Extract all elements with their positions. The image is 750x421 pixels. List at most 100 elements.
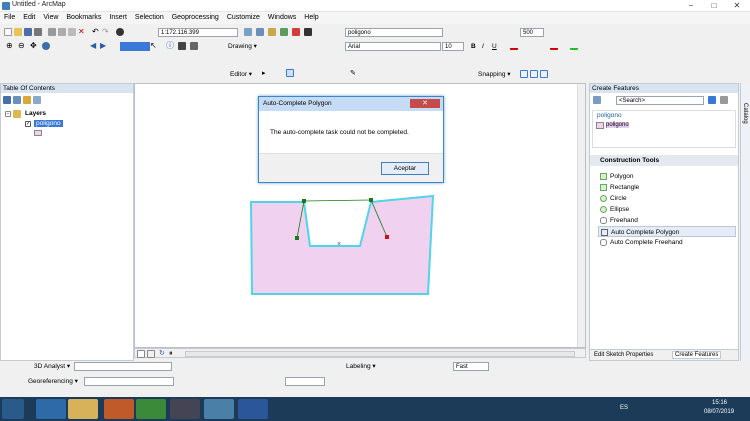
add-data-icon[interactable]	[116, 28, 124, 36]
end-snap-icon[interactable]	[530, 70, 538, 78]
map-vertical-scrollbar[interactable]	[577, 84, 585, 347]
font-select[interactable]: Arial	[345, 42, 441, 51]
start-button[interactable]	[2, 399, 24, 419]
layer-symbol[interactable]	[34, 130, 42, 136]
copy-icon[interactable]	[58, 28, 66, 36]
layer-name[interactable]: poligono	[34, 120, 63, 127]
editor-toolbar-icon[interactable]	[244, 28, 252, 36]
identify-icon[interactable]: ⓘ	[166, 42, 174, 50]
tool-ellipse[interactable]: Ellipse	[598, 204, 736, 215]
template-search[interactable]: <Search>	[616, 96, 704, 105]
back-icon[interactable]: ◀	[90, 42, 98, 50]
paste-icon[interactable]	[68, 28, 76, 36]
polygon-feature[interactable]	[249, 194, 435, 295]
label-quality-select[interactable]: Fast	[453, 362, 489, 371]
refresh-icon[interactable]: ↻	[159, 350, 167, 358]
menu-insert[interactable]: Insert	[105, 12, 131, 24]
arctoolbox-icon[interactable]	[292, 28, 300, 36]
media-player-icon[interactable]	[104, 399, 134, 419]
bold-button[interactable]: B	[471, 42, 476, 51]
print-icon[interactable]	[34, 28, 42, 36]
snapping-menu[interactable]: Snapping ▾	[478, 70, 511, 79]
layers-root[interactable]: Layers	[25, 110, 46, 117]
zoom-in-icon[interactable]: ⊕	[6, 42, 14, 50]
full-extent-icon[interactable]	[42, 42, 50, 50]
maximize-button[interactable]: □	[703, 0, 725, 11]
italic-button[interactable]: I	[482, 42, 484, 51]
menu-help[interactable]: Help	[300, 12, 322, 24]
menu-bookmarks[interactable]: Bookmarks	[62, 12, 105, 24]
redo-icon[interactable]: ↷	[102, 28, 110, 36]
template-item[interactable]: poligono	[606, 122, 629, 128]
edit-tool-icon[interactable]: ▸	[262, 70, 270, 78]
line-color-icon[interactable]	[570, 42, 578, 50]
language-indicator[interactable]: ES	[620, 405, 628, 411]
menu-file[interactable]: File	[0, 12, 19, 24]
open-icon[interactable]	[14, 28, 22, 36]
toc-icon[interactable]	[256, 28, 264, 36]
find-icon[interactable]	[178, 42, 186, 50]
measure-icon[interactable]	[190, 42, 198, 50]
labeling-menu[interactable]: Labeling ▾	[346, 362, 376, 371]
font-color-icon[interactable]	[510, 42, 518, 50]
delete-icon[interactable]: ✕	[78, 28, 86, 36]
straight-segment-icon[interactable]	[286, 69, 294, 77]
arcmap-taskbar-icon[interactable]	[204, 399, 234, 419]
ie-icon[interactable]	[36, 399, 66, 419]
georef-layer-select[interactable]	[84, 377, 174, 386]
catalog-icon[interactable]	[268, 28, 276, 36]
underline-button[interactable]: U	[492, 42, 497, 51]
tool-auto-complete-polygon[interactable]: Auto Complete Polygon	[598, 226, 736, 237]
new-icon[interactable]	[4, 28, 12, 36]
list-by-drawing-order-icon[interactable]	[3, 96, 11, 104]
accept-button[interactable]: Aceptar	[381, 162, 429, 175]
menu-geoprocessing[interactable]: Geoprocessing	[168, 12, 223, 24]
tab-create-features[interactable]: Create Features	[672, 351, 722, 359]
tab-edit-sketch[interactable]: Edit Sketch Properties	[594, 352, 653, 358]
layer-checkbox[interactable]: ✓	[25, 121, 31, 127]
tolerance-field[interactable]: 500	[520, 28, 544, 37]
sketch-last-vertex[interactable]	[385, 235, 389, 239]
georef-field[interactable]	[285, 377, 325, 386]
map-horizontal-scrollbar[interactable]	[185, 351, 575, 357]
menu-customize[interactable]: Customize	[223, 12, 264, 24]
select-elements-icon[interactable]: ↖	[150, 42, 158, 50]
help-icon[interactable]	[720, 96, 728, 104]
minimize-button[interactable]: −	[680, 0, 702, 11]
pause-icon[interactable]: ⏸	[169, 350, 177, 358]
list-by-visibility-icon[interactable]	[23, 96, 31, 104]
tool-circle[interactable]: Circle	[598, 193, 736, 204]
cut-icon[interactable]	[48, 28, 56, 36]
filter-icon[interactable]	[708, 96, 716, 104]
collapse-icon[interactable]: −	[5, 111, 11, 117]
list-by-selection-icon[interactable]	[33, 96, 41, 104]
save-icon[interactable]	[24, 28, 32, 36]
3d-analyst-layer-select[interactable]	[74, 362, 172, 371]
zoom-out-icon[interactable]: ⊖	[18, 42, 26, 50]
menu-edit[interactable]: Edit	[19, 12, 39, 24]
tool-freehand[interactable]: Freehand	[598, 215, 736, 226]
target-layer-select[interactable]: poligono	[345, 28, 443, 37]
tool-rectangle[interactable]: Rectangle	[598, 182, 736, 193]
sketch-vertex[interactable]	[295, 236, 299, 240]
drawing-menu[interactable]: Drawing ▾	[228, 42, 257, 51]
menu-view[interactable]: View	[39, 12, 62, 24]
3d-analyst-menu[interactable]: 3D Analyst ▾	[34, 362, 70, 371]
dialog-close-button[interactable]: ✕	[410, 99, 440, 108]
sketch-vertex[interactable]	[302, 199, 306, 203]
layout-view-icon[interactable]	[147, 350, 155, 358]
undo-icon[interactable]: ↶	[92, 28, 100, 36]
chrome-icon[interactable]	[136, 399, 166, 419]
python-icon[interactable]	[304, 28, 312, 36]
pan-icon[interactable]: ✥	[30, 42, 38, 50]
sketch-vertex[interactable]	[369, 198, 373, 202]
menu-selection[interactable]: Selection	[131, 12, 168, 24]
explorer-icon[interactable]	[68, 399, 98, 419]
georeferencing-menu[interactable]: Georeferencing ▾	[28, 377, 78, 386]
app-icon[interactable]	[170, 399, 200, 419]
data-view-icon[interactable]	[137, 350, 145, 358]
editor-menu[interactable]: Editor ▾	[230, 70, 252, 79]
catalog-tab[interactable]: Catalog	[740, 83, 750, 361]
fill-color-icon[interactable]	[550, 42, 558, 50]
list-by-source-icon[interactable]	[13, 96, 21, 104]
